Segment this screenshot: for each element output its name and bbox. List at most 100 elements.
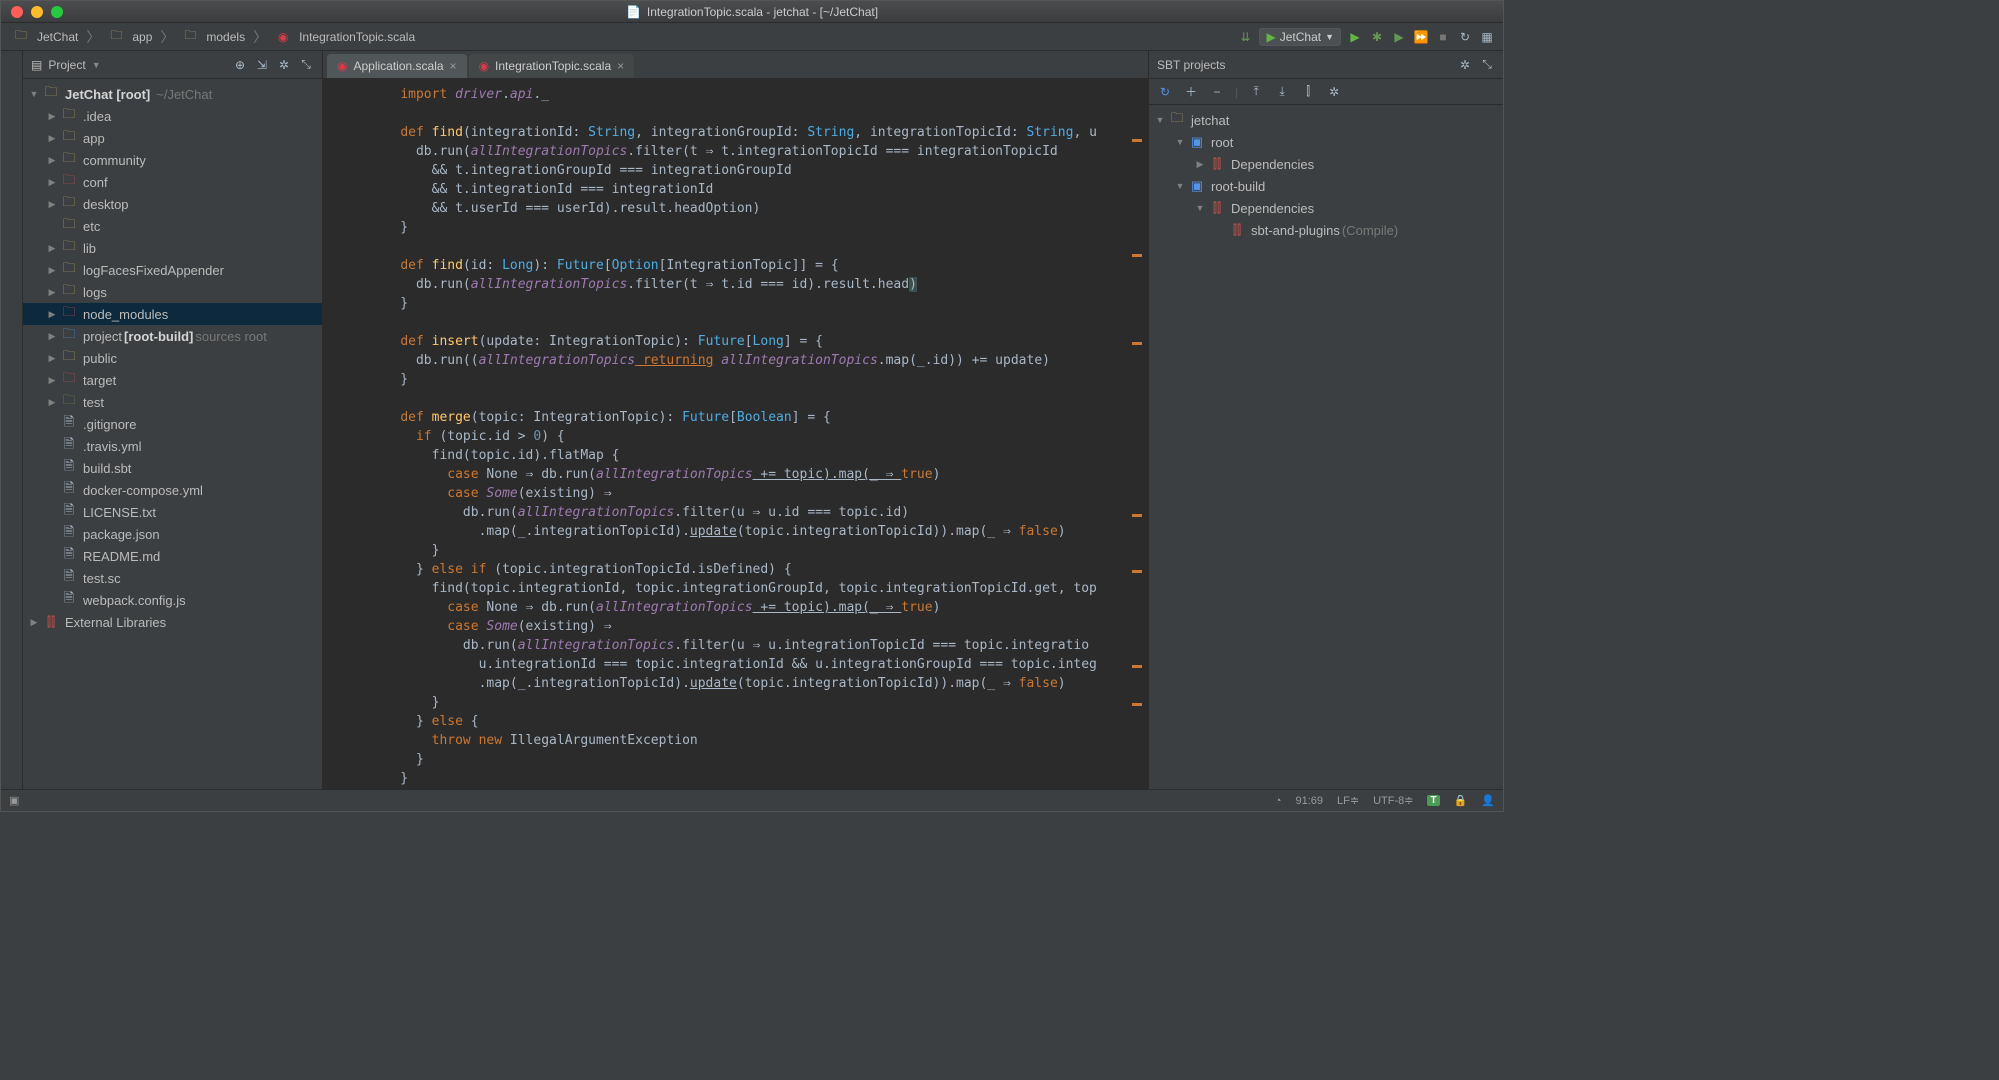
settings-icon[interactable]: ✲: [1326, 84, 1342, 100]
editor-tab[interactable]: ◉ Application.scala ×: [327, 54, 467, 78]
external-libraries[interactable]: ▶ ⫿⫿ External Libraries: [23, 611, 322, 633]
tree-item-label: .gitignore: [83, 417, 136, 432]
chevron-down-icon: ▼: [1325, 32, 1334, 42]
tree-root[interactable]: ▼ 🗀 JetChat [root] ~/JetChat: [23, 83, 322, 105]
dependencies-icon: ⫿⫿: [1209, 200, 1225, 216]
coverage-button[interactable]: ▶: [1391, 29, 1407, 45]
expand-icon[interactable]: ⤒: [1248, 84, 1264, 100]
project-folder[interactable]: ▶🗀lib: [23, 237, 322, 259]
sbt-node[interactable]: ▶⫿⫿Dependencies: [1149, 153, 1503, 175]
refresh-icon[interactable]: ↻: [1157, 84, 1173, 100]
file-icon: 🗎: [61, 504, 77, 520]
tree-item-label: app: [83, 131, 105, 146]
sbt-node[interactable]: ▼▣root: [1149, 131, 1503, 153]
project-tree[interactable]: ▼ 🗀 JetChat [root] ~/JetChat ▶🗀.idea▶🗀ap…: [23, 79, 322, 789]
project-structure-icon[interactable]: ▦: [1479, 29, 1495, 45]
project-file[interactable]: 🗎build.sbt: [23, 457, 322, 479]
titlebar: 📄 IntegrationTopic.scala - jetchat - [~/…: [1, 1, 1503, 23]
chevron-right-icon: 〉: [253, 27, 267, 47]
project-folder[interactable]: ▶🗀app: [23, 127, 322, 149]
project-folder[interactable]: ▶🗀desktop: [23, 193, 322, 215]
project-file[interactable]: 🗎package.json: [23, 523, 322, 545]
editor-area: ◉ Application.scala × ◉ IntegrationTopic…: [323, 51, 1148, 789]
project-file[interactable]: 🗎test.sc: [23, 567, 322, 589]
tree-item-label: logs: [83, 285, 107, 300]
memory-indicator[interactable]: ◔: [1275, 795, 1282, 807]
project-file[interactable]: 🗎.travis.yml: [23, 435, 322, 457]
panel-title[interactable]: Project: [48, 58, 85, 72]
editor-tab[interactable]: ◉ IntegrationTopic.scala ×: [469, 54, 635, 78]
folder-icon: 🗀: [1169, 112, 1185, 128]
run-configuration-selector[interactable]: ▶ JetChat ▼: [1259, 28, 1341, 46]
sbt-leaf[interactable]: ⫿⫿sbt-and-plugins (Compile): [1149, 219, 1503, 241]
breadcrumb-item[interactable]: 🗀JetChat: [9, 28, 82, 46]
sbt-project-root[interactable]: ▼🗀jetchat: [1149, 109, 1503, 131]
module-icon: ▣: [1189, 178, 1205, 194]
breadcrumb-item[interactable]: 🗀models: [178, 28, 249, 46]
tree-item-label: project: [83, 329, 122, 344]
project-tool-window: ▤ Project ▼ ⊕ ⇲ ✲ ⤡ ▼ 🗀 JetChat [root] ~…: [23, 51, 323, 789]
debug-button[interactable]: ✱: [1369, 29, 1385, 45]
module-icon: ▣: [1189, 134, 1205, 150]
project-folder[interactable]: ▶🗀project [root-build] sources root: [23, 325, 322, 347]
make-icon[interactable]: ⇊: [1237, 29, 1253, 45]
tasks-icon[interactable]: ⫿: [1300, 84, 1316, 100]
sbt-node[interactable]: ▼⫿⫿Dependencies: [1149, 197, 1503, 219]
breadcrumb-item[interactable]: ◉IntegrationTopic.scala: [271, 28, 419, 46]
chevron-right-icon: ▶: [45, 177, 59, 188]
scroll-from-source-icon[interactable]: ⊕: [232, 57, 248, 73]
folder-icon: 🗀: [61, 196, 77, 212]
line-separator[interactable]: LF≑: [1337, 794, 1359, 807]
sbt-node[interactable]: ▼▣root-build: [1149, 175, 1503, 197]
project-folder[interactable]: ▶🗀node_modules: [23, 303, 322, 325]
gear-icon[interactable]: ✲: [276, 57, 292, 73]
code-editor[interactable]: import driver.api._ def find(integration…: [323, 79, 1148, 789]
project-folder[interactable]: ▶🗀target: [23, 369, 322, 391]
scala-file-icon: ◉: [479, 59, 489, 73]
caret-position[interactable]: 91:69: [1296, 795, 1324, 807]
error-stripe[interactable]: [1132, 79, 1144, 789]
close-icon[interactable]: ×: [617, 59, 624, 73]
tree-item-label: build.sbt: [83, 461, 131, 476]
sbt-tree[interactable]: ▼🗀jetchat ▼▣root ▶⫿⫿Dependencies ▼▣root-…: [1149, 105, 1503, 789]
scala-file-icon: ◉: [275, 29, 291, 45]
project-folder[interactable]: ▶🗀logFacesFixedAppender: [23, 259, 322, 281]
project-folder[interactable]: ▶🗀logs: [23, 281, 322, 303]
collapse-icon[interactable]: ⤓: [1274, 84, 1290, 100]
breadcrumb-item[interactable]: 🗀app: [104, 28, 156, 46]
run-button[interactable]: ▶: [1347, 29, 1363, 45]
lock-icon[interactable]: 🔒: [1454, 794, 1468, 807]
project-folder[interactable]: ▶🗀conf: [23, 171, 322, 193]
project-folder[interactable]: 🗀etc: [23, 215, 322, 237]
stop-button[interactable]: ■: [1435, 29, 1451, 45]
close-icon[interactable]: ×: [450, 59, 457, 73]
play-icon: ▶: [1266, 30, 1275, 44]
tool-window-stripe-left[interactable]: [1, 51, 23, 789]
project-file[interactable]: 🗎LICENSE.txt: [23, 501, 322, 523]
file-encoding[interactable]: UTF-8≑: [1373, 794, 1413, 807]
profile-button[interactable]: ⏩: [1413, 29, 1429, 45]
project-file[interactable]: 🗎webpack.config.js: [23, 589, 322, 611]
hide-icon[interactable]: ⤡: [298, 57, 314, 73]
project-file[interactable]: 🗎README.md: [23, 545, 322, 567]
project-file[interactable]: 🗎.gitignore: [23, 413, 322, 435]
gear-icon[interactable]: ✲: [1457, 57, 1473, 73]
project-folder[interactable]: ▶🗀test: [23, 391, 322, 413]
remove-icon[interactable]: −: [1209, 84, 1225, 100]
project-folder[interactable]: ▶🗀public: [23, 347, 322, 369]
status-icon[interactable]: ▣: [9, 794, 19, 807]
rerun-icon[interactable]: ↻: [1457, 29, 1473, 45]
project-folder[interactable]: ▶🗀community: [23, 149, 322, 171]
tree-item-label: etc: [83, 219, 100, 234]
inspection-profile-icon[interactable]: 👤: [1481, 794, 1495, 807]
project-folder[interactable]: ▶🗀.idea: [23, 105, 322, 127]
tree-item-label: .idea: [83, 109, 111, 124]
project-file[interactable]: 🗎docker-compose.yml: [23, 479, 322, 501]
typed-handler-indicator[interactable]: T: [1427, 795, 1439, 806]
hide-icon[interactable]: ⤡: [1479, 57, 1495, 73]
collapse-all-icon[interactable]: ⇲: [254, 57, 270, 73]
chevron-down-icon[interactable]: ▼: [92, 60, 101, 70]
file-icon: 🗎: [61, 548, 77, 564]
add-icon[interactable]: ＋: [1183, 84, 1199, 100]
chevron-right-icon: ▶: [45, 375, 59, 386]
